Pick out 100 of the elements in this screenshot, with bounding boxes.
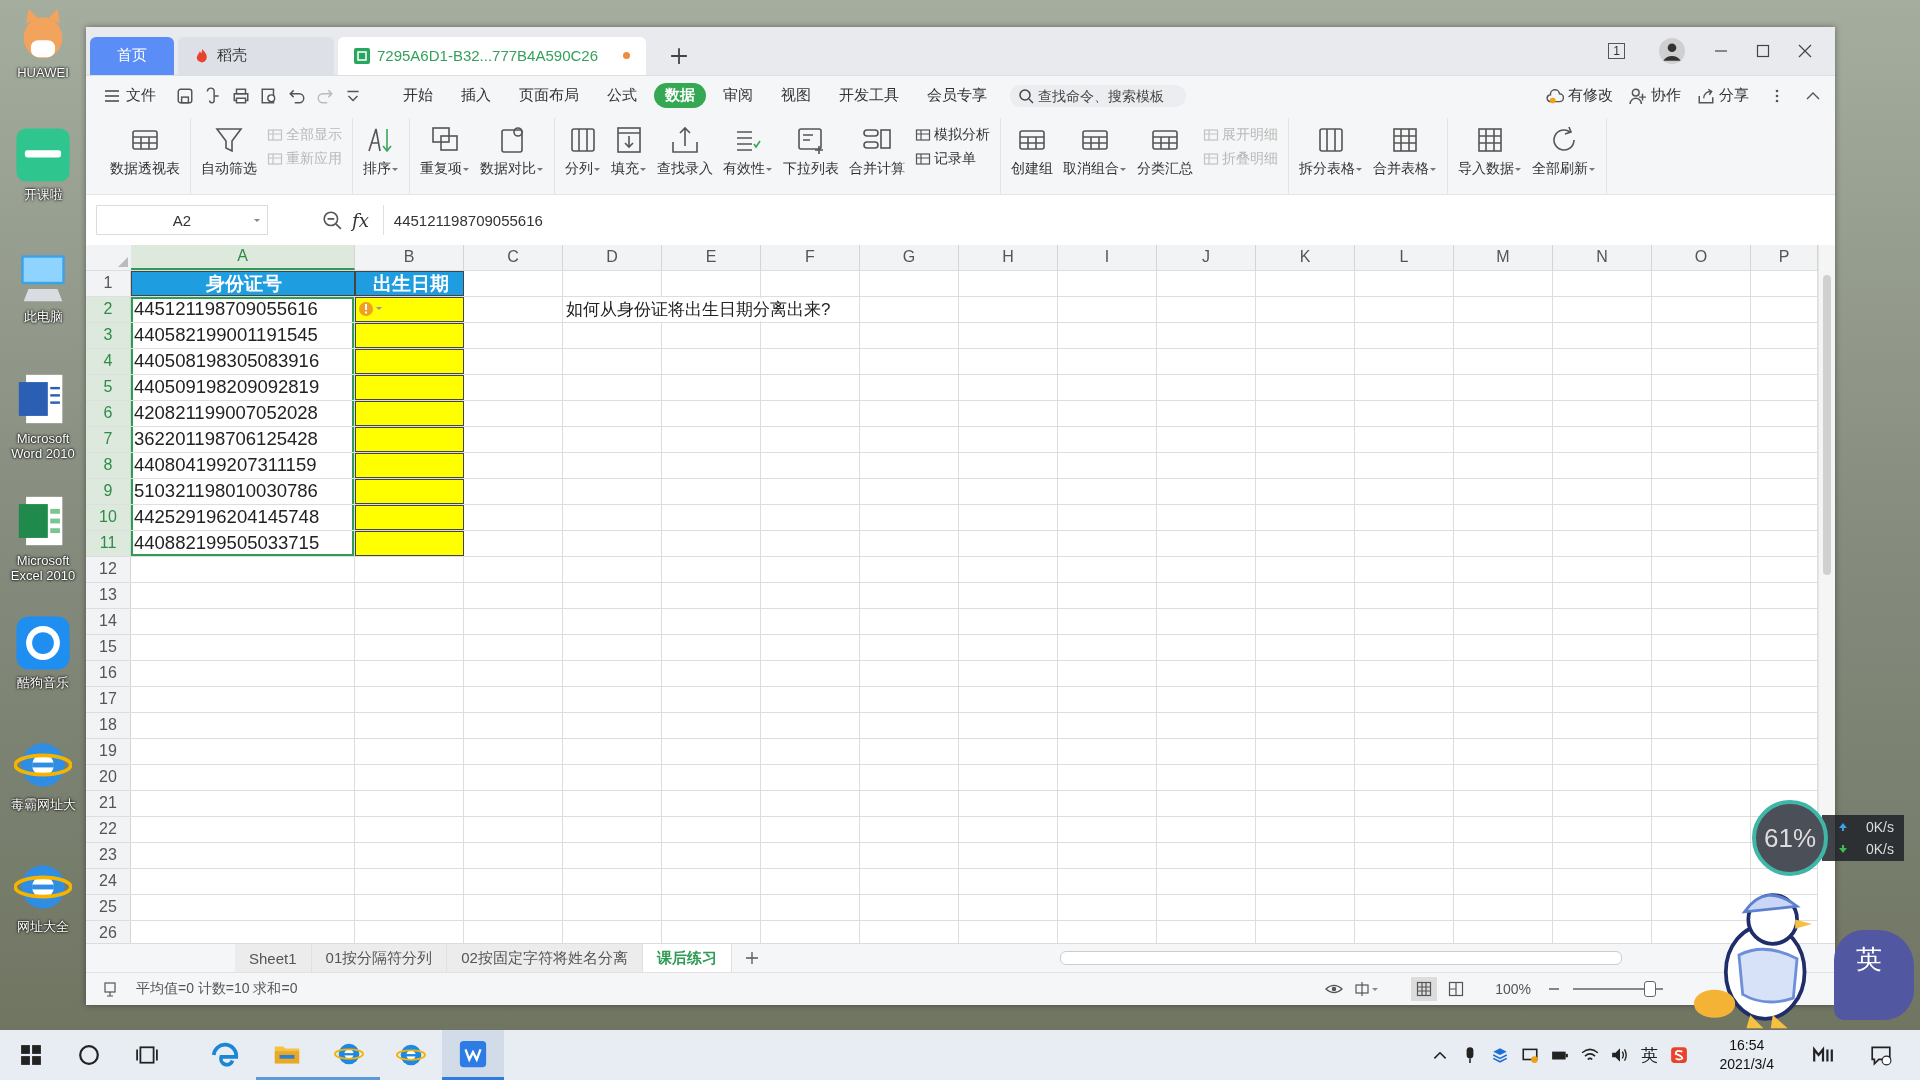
row-number[interactable]: 22	[86, 816, 131, 842]
column-header[interactable]: F	[761, 244, 860, 270]
windows-logo-icon[interactable]	[20, 1044, 42, 1066]
ribbon-tab[interactable]: 会员专享	[916, 83, 998, 109]
zoom-level[interactable]: 100%	[1495, 981, 1531, 998]
row-number[interactable]: 12	[86, 556, 131, 582]
zoom-icon[interactable]	[322, 210, 342, 231]
formula-field[interactable]: 445121198709055616	[382, 205, 1835, 236]
toolbar-action[interactable]: 有修改	[1546, 86, 1613, 106]
sheet-tab[interactable]: 02按固定字符将姓名分离	[447, 944, 643, 973]
add-sheet-icon[interactable]	[743, 950, 760, 967]
row-number[interactable]: 5	[86, 374, 131, 400]
toolbar-action[interactable]: 协作	[1629, 86, 1681, 106]
print-icon[interactable]	[232, 86, 250, 105]
desktop-icon-label[interactable]: Microsoft Excel 2010	[1, 553, 85, 583]
ribbon-button[interactable]: 合并表格	[1373, 117, 1437, 178]
ribbon-button[interactable]: 下拉列表	[783, 117, 839, 178]
search-field[interactable]: 查找命令、搜索模板	[1010, 84, 1186, 107]
ribbon-button[interactable]: 创建组	[1011, 117, 1053, 178]
column-header[interactable]: E	[662, 244, 761, 270]
column-header[interactable]: H	[959, 244, 1058, 270]
monitor-icon[interactable]	[1520, 1046, 1539, 1064]
row-number[interactable]: 21	[86, 790, 131, 816]
ribbon-tab[interactable]: 开发工具	[828, 83, 910, 109]
row-number[interactable]: 16	[86, 660, 131, 686]
row-number[interactable]: 9	[86, 478, 131, 504]
preview-icon[interactable]	[260, 86, 278, 105]
ribbon-button[interactable]: 取消组合	[1063, 117, 1127, 178]
ribbon-button[interactable]: 记录单	[915, 149, 990, 168]
function-button[interactable]: fx	[352, 209, 369, 231]
column-header[interactable]: D	[563, 244, 662, 270]
ribbon-button[interactable]: 排序	[363, 117, 399, 178]
row-number[interactable]: 20	[86, 764, 131, 790]
ribbon-button[interactable]: 查找录入	[657, 117, 713, 178]
column-header[interactable]: M	[1454, 244, 1553, 270]
ribbon-button[interactable]: 分列	[565, 117, 601, 178]
name-box[interactable]: A2	[96, 205, 268, 236]
sheet-tab[interactable]: 01按分隔符分列	[311, 944, 448, 973]
desktop-icon-label[interactable]: 网址大全	[1, 919, 85, 934]
row-number[interactable]: 23	[86, 842, 131, 868]
add-icon[interactable]	[670, 46, 688, 65]
maximize-icon[interactable]	[1755, 42, 1771, 59]
row-number[interactable]: 3	[86, 322, 131, 348]
ribbon-tab[interactable]: 视图	[770, 83, 822, 109]
desktop-icon-label[interactable]: 毒霸网址大	[1, 797, 85, 812]
close-icon[interactable]	[1797, 42, 1813, 59]
document-tab[interactable]: 稻壳	[178, 36, 334, 75]
row-number[interactable]: 18	[86, 712, 131, 738]
keyboard-app-icon[interactable]	[1669, 1046, 1688, 1064]
column-header[interactable]: I	[1058, 244, 1157, 270]
app-icon[interactable]	[14, 126, 72, 184]
ribbon-tab[interactable]: 公式	[596, 83, 648, 109]
row-number[interactable]: 26	[86, 920, 131, 944]
ribbon-button[interactable]: 模拟分析	[915, 125, 990, 144]
ribbon-button[interactable]: 填充	[611, 117, 647, 178]
ribbon-tab[interactable]: 插入	[450, 83, 502, 109]
column-header[interactable]: G	[860, 244, 959, 270]
input-mode-badge[interactable]: 英	[1834, 930, 1914, 1020]
row-number[interactable]: 15	[86, 634, 131, 660]
ribbon-button[interactable]: 数据透视表	[110, 117, 180, 178]
ribbon-button[interactable]: 分类汇总	[1137, 117, 1193, 178]
writer-app-icon[interactable]	[442, 1030, 504, 1080]
row-number[interactable]: 17	[86, 686, 131, 712]
ribbon-tab[interactable]: 页面布局	[508, 83, 590, 109]
grid-view-button[interactable]	[1411, 977, 1438, 1002]
ribbon-button[interactable]: 合并计算	[849, 117, 905, 178]
row-number[interactable]: 19	[86, 738, 131, 764]
column-header[interactable]: C	[464, 244, 563, 270]
sheet-tab[interactable]: Sheet1	[235, 944, 312, 973]
column-header[interactable]: P	[1751, 244, 1818, 270]
row-number[interactable]: 8	[86, 452, 131, 478]
search-icon[interactable]	[78, 1044, 100, 1066]
ribbon-button[interactable]: 有效性	[723, 117, 773, 178]
notification-icon[interactable]	[1870, 1044, 1892, 1066]
desktop-icon-label[interactable]: 酷狗音乐	[1, 675, 85, 690]
row-number[interactable]: 25	[86, 894, 131, 920]
slider-thumb[interactable]	[1643, 981, 1656, 998]
row-number[interactable]: 13	[86, 582, 131, 608]
clock-date[interactable]: 2021/3/4	[1719, 1055, 1774, 1074]
row-number[interactable]: 14	[86, 608, 131, 634]
input-method-indicator[interactable]: 英	[1640, 1043, 1658, 1067]
row-number[interactable]: 1	[86, 270, 131, 296]
column-header[interactable]: N	[1553, 244, 1652, 270]
toolbar-action[interactable]: 分享	[1697, 86, 1749, 106]
row-number[interactable]: 6	[86, 400, 131, 426]
save-icon[interactable]	[176, 86, 194, 105]
ribbon-button[interactable]: 拆分表格	[1299, 117, 1363, 178]
column-header[interactable]: L	[1355, 244, 1454, 270]
ribbon-button[interactable]: 导入数据	[1458, 117, 1522, 178]
zoom-slider[interactable]	[1573, 981, 1663, 998]
row-number[interactable]: 4	[86, 348, 131, 374]
box-icon[interactable]	[1490, 1046, 1509, 1064]
ribbon-button[interactable]: 全部刷新	[1532, 117, 1596, 178]
task-view-icon[interactable]	[136, 1044, 158, 1066]
row-number[interactable]: 2	[86, 296, 131, 322]
avatar-icon[interactable]	[1659, 37, 1685, 64]
column-header[interactable]: B	[355, 244, 464, 270]
clock-time[interactable]: 16:54	[1729, 1036, 1765, 1055]
ribbon-button[interactable]: 自动筛选	[201, 117, 257, 178]
window-count-badge[interactable]: 1	[1608, 42, 1625, 59]
